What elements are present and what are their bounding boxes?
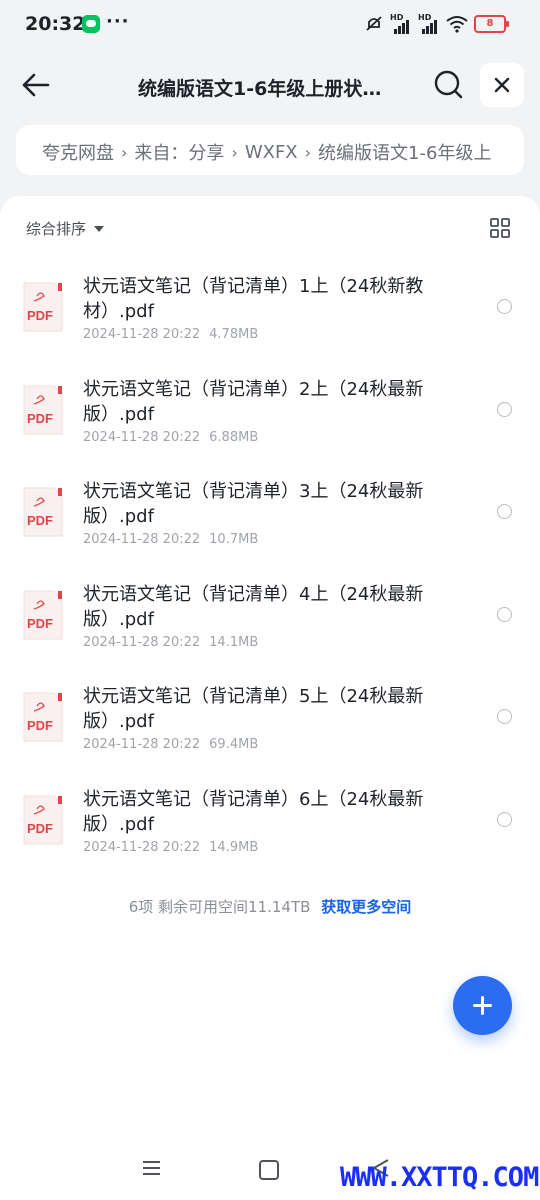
wifi-icon [446, 16, 468, 33]
file-row[interactable]: PDF 状元语文笔记（背记清单）5上（24秋最新版）.pdf 2024-11-2… [0, 666, 540, 768]
svg-text:PDF: PDF [27, 718, 53, 733]
file-list-panel: 综合排序 PDF 状元语文笔记（背记清单）1上（24秋新教材）.pdf 2024… [0, 196, 540, 1200]
close-button[interactable] [480, 63, 524, 107]
file-meta: 2024-11-28 20:22 14.1MB [83, 635, 258, 650]
close-icon [494, 77, 510, 93]
battery-icon: 8 [474, 15, 509, 33]
file-date: 2024-11-28 20:22 [83, 327, 201, 342]
select-radio[interactable] [497, 504, 512, 519]
pdf-file-icon: PDF [23, 795, 63, 844]
file-meta: 2024-11-28 20:22 14.9MB [83, 840, 258, 855]
caret-down-icon [94, 225, 105, 232]
signal-2-icon: HD [418, 14, 440, 34]
pdf-file-icon: PDF [23, 590, 63, 639]
file-row[interactable]: PDF 状元语文笔记（背记清单）3上（24秋最新版）.pdf 2024-11-2… [0, 461, 540, 563]
file-size: 14.9MB [209, 839, 259, 855]
chevron-right-icon: › [231, 142, 238, 162]
file-date: 2024-11-28 20:22 [83, 532, 201, 547]
select-radio[interactable] [497, 606, 512, 622]
breadcrumb-item-share[interactable]: 来自：分享 [134, 139, 224, 165]
pdf-file-icon: PDF [23, 487, 63, 537]
svg-text:PDF: PDF [27, 308, 53, 323]
file-meta: 2024-11-28 20:22 69.4MB [83, 737, 258, 752]
file-meta: 2024-11-28 20:22 10.7MB [83, 532, 258, 547]
home-icon[interactable] [259, 1160, 279, 1180]
file-name: 状元语文笔记（背记清单）6上（24秋最新版）.pdf [83, 788, 424, 835]
pdf-file-icon: PDF [23, 385, 63, 434]
file-row[interactable]: PDF 状元语文笔记（背记清单）6上（24秋最新版）.pdf 2024-11-2… [0, 769, 540, 871]
breadcrumb-item-folder[interactable]: WXFX [245, 142, 298, 163]
search-icon[interactable] [432, 68, 466, 102]
select-radio[interactable] [497, 401, 512, 417]
mute-icon [366, 16, 382, 31]
breadcrumb: 夸克网盘 › 来自：分享 › WXFX › 统编版语文1-6年级上 [16, 125, 524, 175]
file-date: 2024-11-28 20:22 [83, 634, 201, 650]
status-bar: 20:32 ··· HD HD 8 [0, 0, 540, 48]
page-title: 统编版语文1-6年级上册状… [138, 78, 382, 100]
chevron-right-icon: › [121, 142, 128, 162]
svg-text:PDF: PDF [27, 411, 53, 426]
file-date: 2024-11-28 20:22 [83, 429, 201, 445]
sort-dropdown[interactable]: 综合排序 [26, 218, 105, 239]
file-row[interactable]: PDF 状元语文笔记（背记清单）1上（24秋新教材）.pdf 2024-11-2… [0, 256, 540, 358]
file-size: 6.88MB [209, 429, 259, 445]
file-name: 状元语文笔记（背记清单）4上（24秋最新版）.pdf [83, 583, 424, 630]
file-row[interactable]: PDF 状元语文笔记（背记清单）4上（24秋最新版）.pdf 2024-11-2… [0, 564, 540, 666]
chevron-right-icon: › [304, 142, 312, 162]
file-size: 4.78MB [209, 327, 259, 342]
file-size: 10.7MB [209, 532, 259, 547]
file-name: 状元语文笔记（背记清单）2上（24秋最新版）.pdf [83, 378, 424, 425]
svg-text:PDF: PDF [27, 821, 53, 836]
top-navigation: 统编版语文1-6年级上册状… [0, 56, 540, 116]
get-more-space-link[interactable]: 获取更多空间 [321, 898, 411, 916]
more-notifications-icon: ··· [106, 11, 130, 32]
grid-view-icon[interactable] [490, 218, 510, 238]
status-time: 20:32 [25, 13, 86, 35]
file-size: 69.4MB [209, 737, 259, 752]
breadcrumb-item-current: 统编版语文1-6年级上 [318, 143, 492, 164]
file-name: 状元语文笔记（背记清单）1上（24秋新教材）.pdf [83, 276, 424, 322]
file-date: 2024-11-28 20:22 [83, 737, 201, 752]
back-arrow-icon[interactable] [20, 68, 54, 102]
watermark: WWW.XXTTQ.COM [340, 1162, 539, 1193]
file-row[interactable]: PDF 状元语文笔记（背记清单）2上（24秋最新版）.pdf 2024-11-2… [0, 359, 540, 461]
signal-1-icon: HD [390, 14, 412, 34]
pdf-file-icon: PDF [23, 282, 63, 332]
svg-text:PDF: PDF [27, 513, 53, 528]
file-size: 14.1MB [209, 634, 259, 650]
file-name: 状元语文笔记（背记清单）3上（24秋最新版）.pdf [83, 481, 424, 527]
storage-summary-text: 6项 剩余可用空间11.14TB [128, 898, 311, 916]
menu-icon[interactable] [142, 1160, 161, 1176]
select-radio[interactable] [497, 811, 512, 827]
file-meta: 2024-11-28 20:22 4.78MB [83, 327, 258, 342]
select-radio[interactable] [497, 299, 512, 314]
select-radio[interactable] [497, 709, 512, 724]
wechat-notification-icon [82, 15, 100, 33]
svg-text:PDF: PDF [27, 616, 53, 631]
sort-label: 综合排序 [26, 220, 87, 238]
breadcrumb-item-root[interactable]: 夸克网盘 [42, 139, 114, 165]
storage-summary: 6项 剩余可用空间11.14TB 获取更多空间 [0, 896, 540, 917]
add-button[interactable] [453, 976, 512, 1035]
pdf-file-icon: PDF [23, 692, 63, 742]
file-date: 2024-11-28 20:22 [83, 839, 201, 855]
file-meta: 2024-11-28 20:22 6.88MB [83, 430, 258, 445]
file-name: 状元语文笔记（背记清单）5上（24秋最新版）.pdf [83, 686, 424, 732]
